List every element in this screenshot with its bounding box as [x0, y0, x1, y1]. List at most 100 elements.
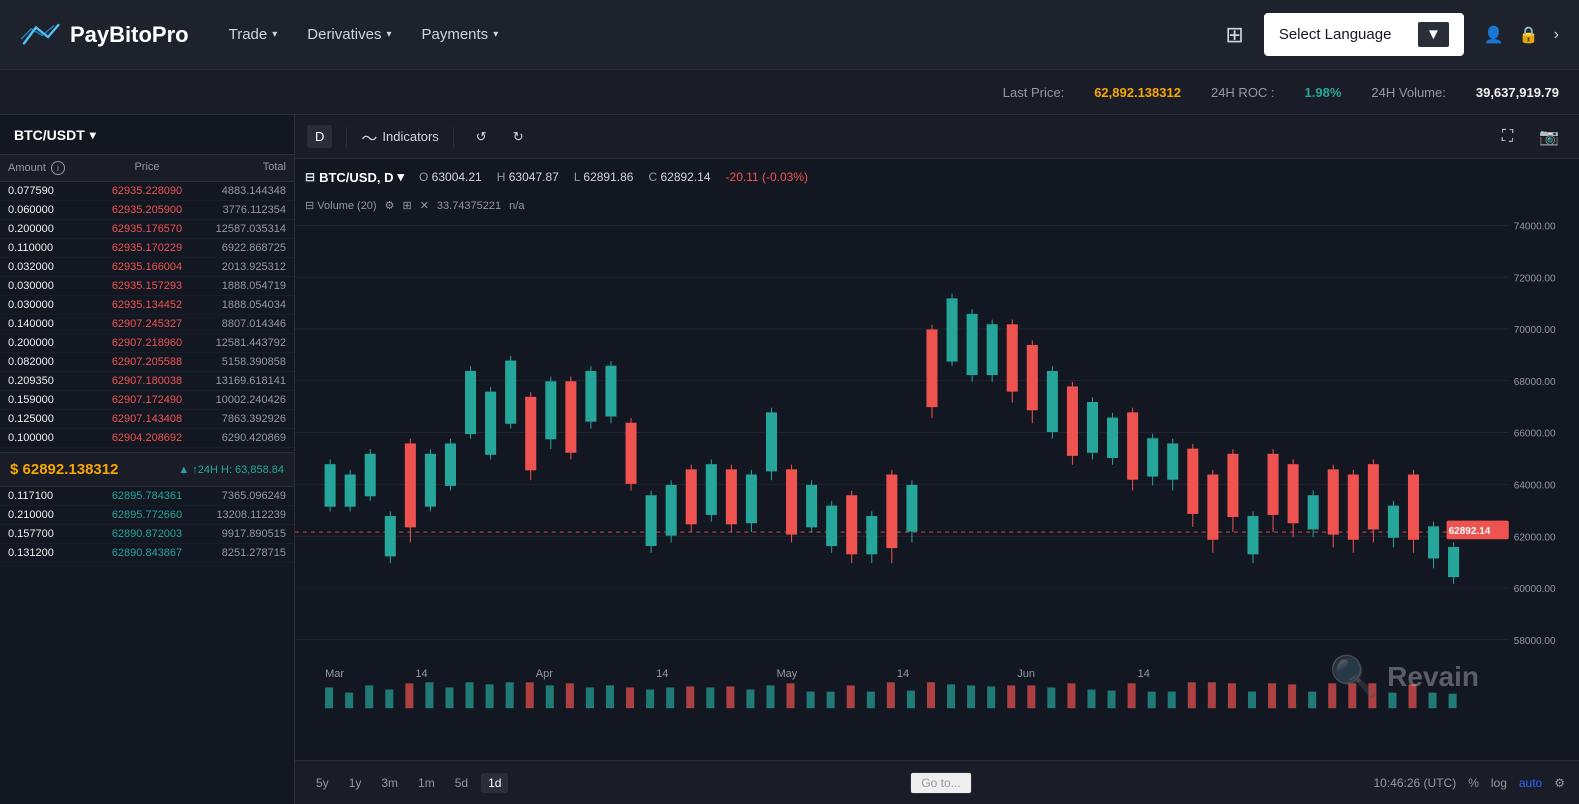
ob-price-cell: 62907.143408	[101, 413, 194, 425]
percent-button[interactable]: %	[1468, 776, 1479, 790]
last-price-value: 62,892.138312	[1094, 85, 1181, 100]
fullscreen-button[interactable]: ⛶	[1494, 123, 1521, 151]
ob-total-cell: 6922.868725	[193, 242, 286, 254]
svg-text:66000.00: 66000.00	[1514, 429, 1556, 440]
table-row[interactable]: 0.200000 62907.218960 12581.443792	[0, 334, 294, 353]
settings-gear-icon[interactable]: ⚙	[1554, 776, 1565, 790]
ob-total-cell: 3776.112354	[193, 204, 286, 216]
ob-total-cell: 8807.014346	[193, 318, 286, 330]
chart-toolbar: D 〜 Indicators ↺ ↻ ⛶ 📷	[295, 115, 1579, 159]
derivatives-arrow-icon: ▾	[386, 29, 391, 40]
goto-button[interactable]: Go to...	[910, 772, 971, 794]
indicators-button[interactable]: 〜 Indicators	[361, 125, 438, 149]
screenshot-button[interactable]: 📷	[1531, 123, 1567, 151]
ob-amount-cell: 0.125000	[8, 413, 101, 425]
vol-add-icon[interactable]: ⊞	[402, 199, 411, 212]
ob-amount-cell: 0.100000	[8, 432, 101, 444]
table-row[interactable]: 0.030000 62935.157293 1888.054719	[0, 277, 294, 296]
timeframe-3m[interactable]: 3m	[374, 773, 405, 793]
more-icon[interactable]: ›	[1554, 26, 1559, 44]
24h-high: ▲ ↑24H H: 63,858.84	[178, 464, 284, 476]
volume-bar: ⊟ Volume (20) ⚙ ⊞ ✕ 33.74375221 n/a	[305, 199, 524, 212]
nav-trade[interactable]: Trade ▾	[229, 26, 278, 43]
ob-price-cell: 62935.176570	[101, 223, 194, 235]
table-row[interactable]: 0.125000 62907.143408 7863.392926	[0, 410, 294, 429]
ob-amount-cell: 0.157700	[8, 528, 101, 540]
svg-text:70000.00: 70000.00	[1514, 325, 1556, 336]
table-row[interactable]: 0.060000 62935.205900 3776.112354	[0, 201, 294, 220]
table-row[interactable]: 0.100000 62904.208692 6290.420869	[0, 429, 294, 448]
timeframe-5y[interactable]: 5y	[309, 773, 336, 793]
nav-derivatives[interactable]: Derivatives ▾	[307, 26, 391, 43]
toolbar-separator-2	[453, 127, 454, 147]
current-price-bar: $ 62892.138312 ▲ ↑24H H: 63,858.84	[0, 452, 294, 487]
logo-text: PayBitoPro	[70, 22, 189, 48]
table-row[interactable]: 0.210000 62895.772660 13208.112239	[0, 506, 294, 525]
ob-amount-cell: 0.060000	[8, 204, 101, 216]
ob-price-cell: 62935.157293	[101, 280, 194, 292]
header-icons: 👤 🔒 ›	[1484, 25, 1559, 45]
table-row[interactable]: 0.140000 62907.245327 8807.014346	[0, 315, 294, 334]
redo-button[interactable]: ↻	[505, 125, 532, 149]
orderbook-bids: 0.117100 62895.784361 7365.096249 0.2100…	[0, 487, 294, 617]
chart-bottom-controls: 5y 1y 3m 1m 5d 1d Go to... 10:46:26 (UTC…	[295, 760, 1579, 804]
table-row[interactable]: 0.209350 62907.180038 13169.618141	[0, 372, 294, 391]
ob-price-cell: 62907.180038	[101, 375, 194, 387]
timeframe-1d[interactable]: 1d	[481, 773, 508, 793]
table-row[interactable]: 0.030000 62935.134452 1888.054034	[0, 296, 294, 315]
profile-icon[interactable]: 👤	[1484, 25, 1504, 45]
timeframe-1m[interactable]: 1m	[411, 773, 442, 793]
svg-text:Jun: Jun	[1017, 668, 1035, 680]
lock-icon[interactable]: 🔒	[1519, 25, 1539, 45]
ob-price-cell: 62935.228090	[101, 185, 194, 197]
logo: PayBitoPro	[20, 20, 189, 50]
info-icon: i	[51, 161, 65, 175]
svg-text:Mar: Mar	[325, 668, 344, 680]
svg-text:60000.00: 60000.00	[1514, 584, 1556, 595]
undo-button[interactable]: ↺	[468, 125, 495, 149]
ob-amount-cell: 0.159000	[8, 394, 101, 406]
log-button[interactable]: log	[1491, 776, 1507, 790]
orderbook-asks: 0.077590 62935.228090 4883.144348 0.0600…	[0, 182, 294, 452]
table-row[interactable]: 0.110000 62935.170229 6922.868725	[0, 239, 294, 258]
ob-total-cell: 12587.035314	[193, 223, 286, 235]
ob-total-cell: 7863.392926	[193, 413, 286, 425]
ob-price-cell: 62907.205588	[101, 356, 194, 368]
pair-selector[interactable]: BTC/USDT ▾	[14, 127, 96, 143]
timeframe-5d[interactable]: 5d	[448, 773, 475, 793]
ob-total-cell: 1888.054719	[193, 280, 286, 292]
chart-area: D 〜 Indicators ↺ ↻ ⛶ 📷 ⊟ BTC/USD, D ▾	[295, 115, 1579, 804]
auto-button[interactable]: auto	[1519, 776, 1542, 790]
table-row[interactable]: 0.032000 62935.166004 2013.925312	[0, 258, 294, 277]
ob-total-cell: 13208.112239	[193, 509, 286, 521]
vol-settings-icon[interactable]: ⚙	[385, 199, 395, 212]
ob-total-cell: 8251.278715	[193, 547, 286, 559]
table-row[interactable]: 0.077590 62935.228090 4883.144348	[0, 182, 294, 201]
timeframe-day-button[interactable]: D	[307, 125, 332, 148]
table-row[interactable]: 0.157700 62890.872003 9917.890515	[0, 525, 294, 544]
table-row[interactable]: 0.131200 62890.843867 8251.278715	[0, 544, 294, 563]
table-row[interactable]: 0.159000 62907.172490 10002.240426	[0, 391, 294, 410]
nav-payments[interactable]: Payments ▾	[421, 26, 498, 43]
svg-text:68000.00: 68000.00	[1514, 377, 1556, 388]
orderbook-header: Amount i Price Total	[0, 155, 294, 182]
pair-dropdown-icon: ▾	[90, 128, 96, 142]
watermark: 🔍 Revain	[1329, 653, 1479, 700]
ob-price-cell: 62907.172490	[101, 394, 194, 406]
ob-price-header: Price	[101, 161, 194, 175]
svg-text:14: 14	[897, 668, 909, 680]
grid-icon[interactable]: ⊞	[1225, 22, 1243, 48]
table-row[interactable]: 0.082000 62907.205588 5158.390858	[0, 353, 294, 372]
chart-canvas: ⊟ BTC/USD, D ▾ O 63004.21 H 63047.87 L 6…	[295, 159, 1579, 760]
timeframe-1y[interactable]: 1y	[342, 773, 369, 793]
table-row[interactable]: 0.117100 62895.784361 7365.096249	[0, 487, 294, 506]
ob-price-cell: 62907.218960	[101, 337, 194, 349]
vol-close-icon[interactable]: ✕	[420, 199, 429, 212]
language-selector[interactable]: Select Language ▼	[1264, 13, 1464, 56]
chart-pair-dropdown-icon[interactable]: ▾	[397, 169, 404, 185]
ob-total-cell: 5158.390858	[193, 356, 286, 368]
table-row[interactable]: 0.200000 62935.176570 12587.035314	[0, 220, 294, 239]
svg-text:14: 14	[415, 668, 427, 680]
ob-amount-cell: 0.117100	[8, 490, 101, 502]
ob-total-cell: 6290.420869	[193, 432, 286, 444]
